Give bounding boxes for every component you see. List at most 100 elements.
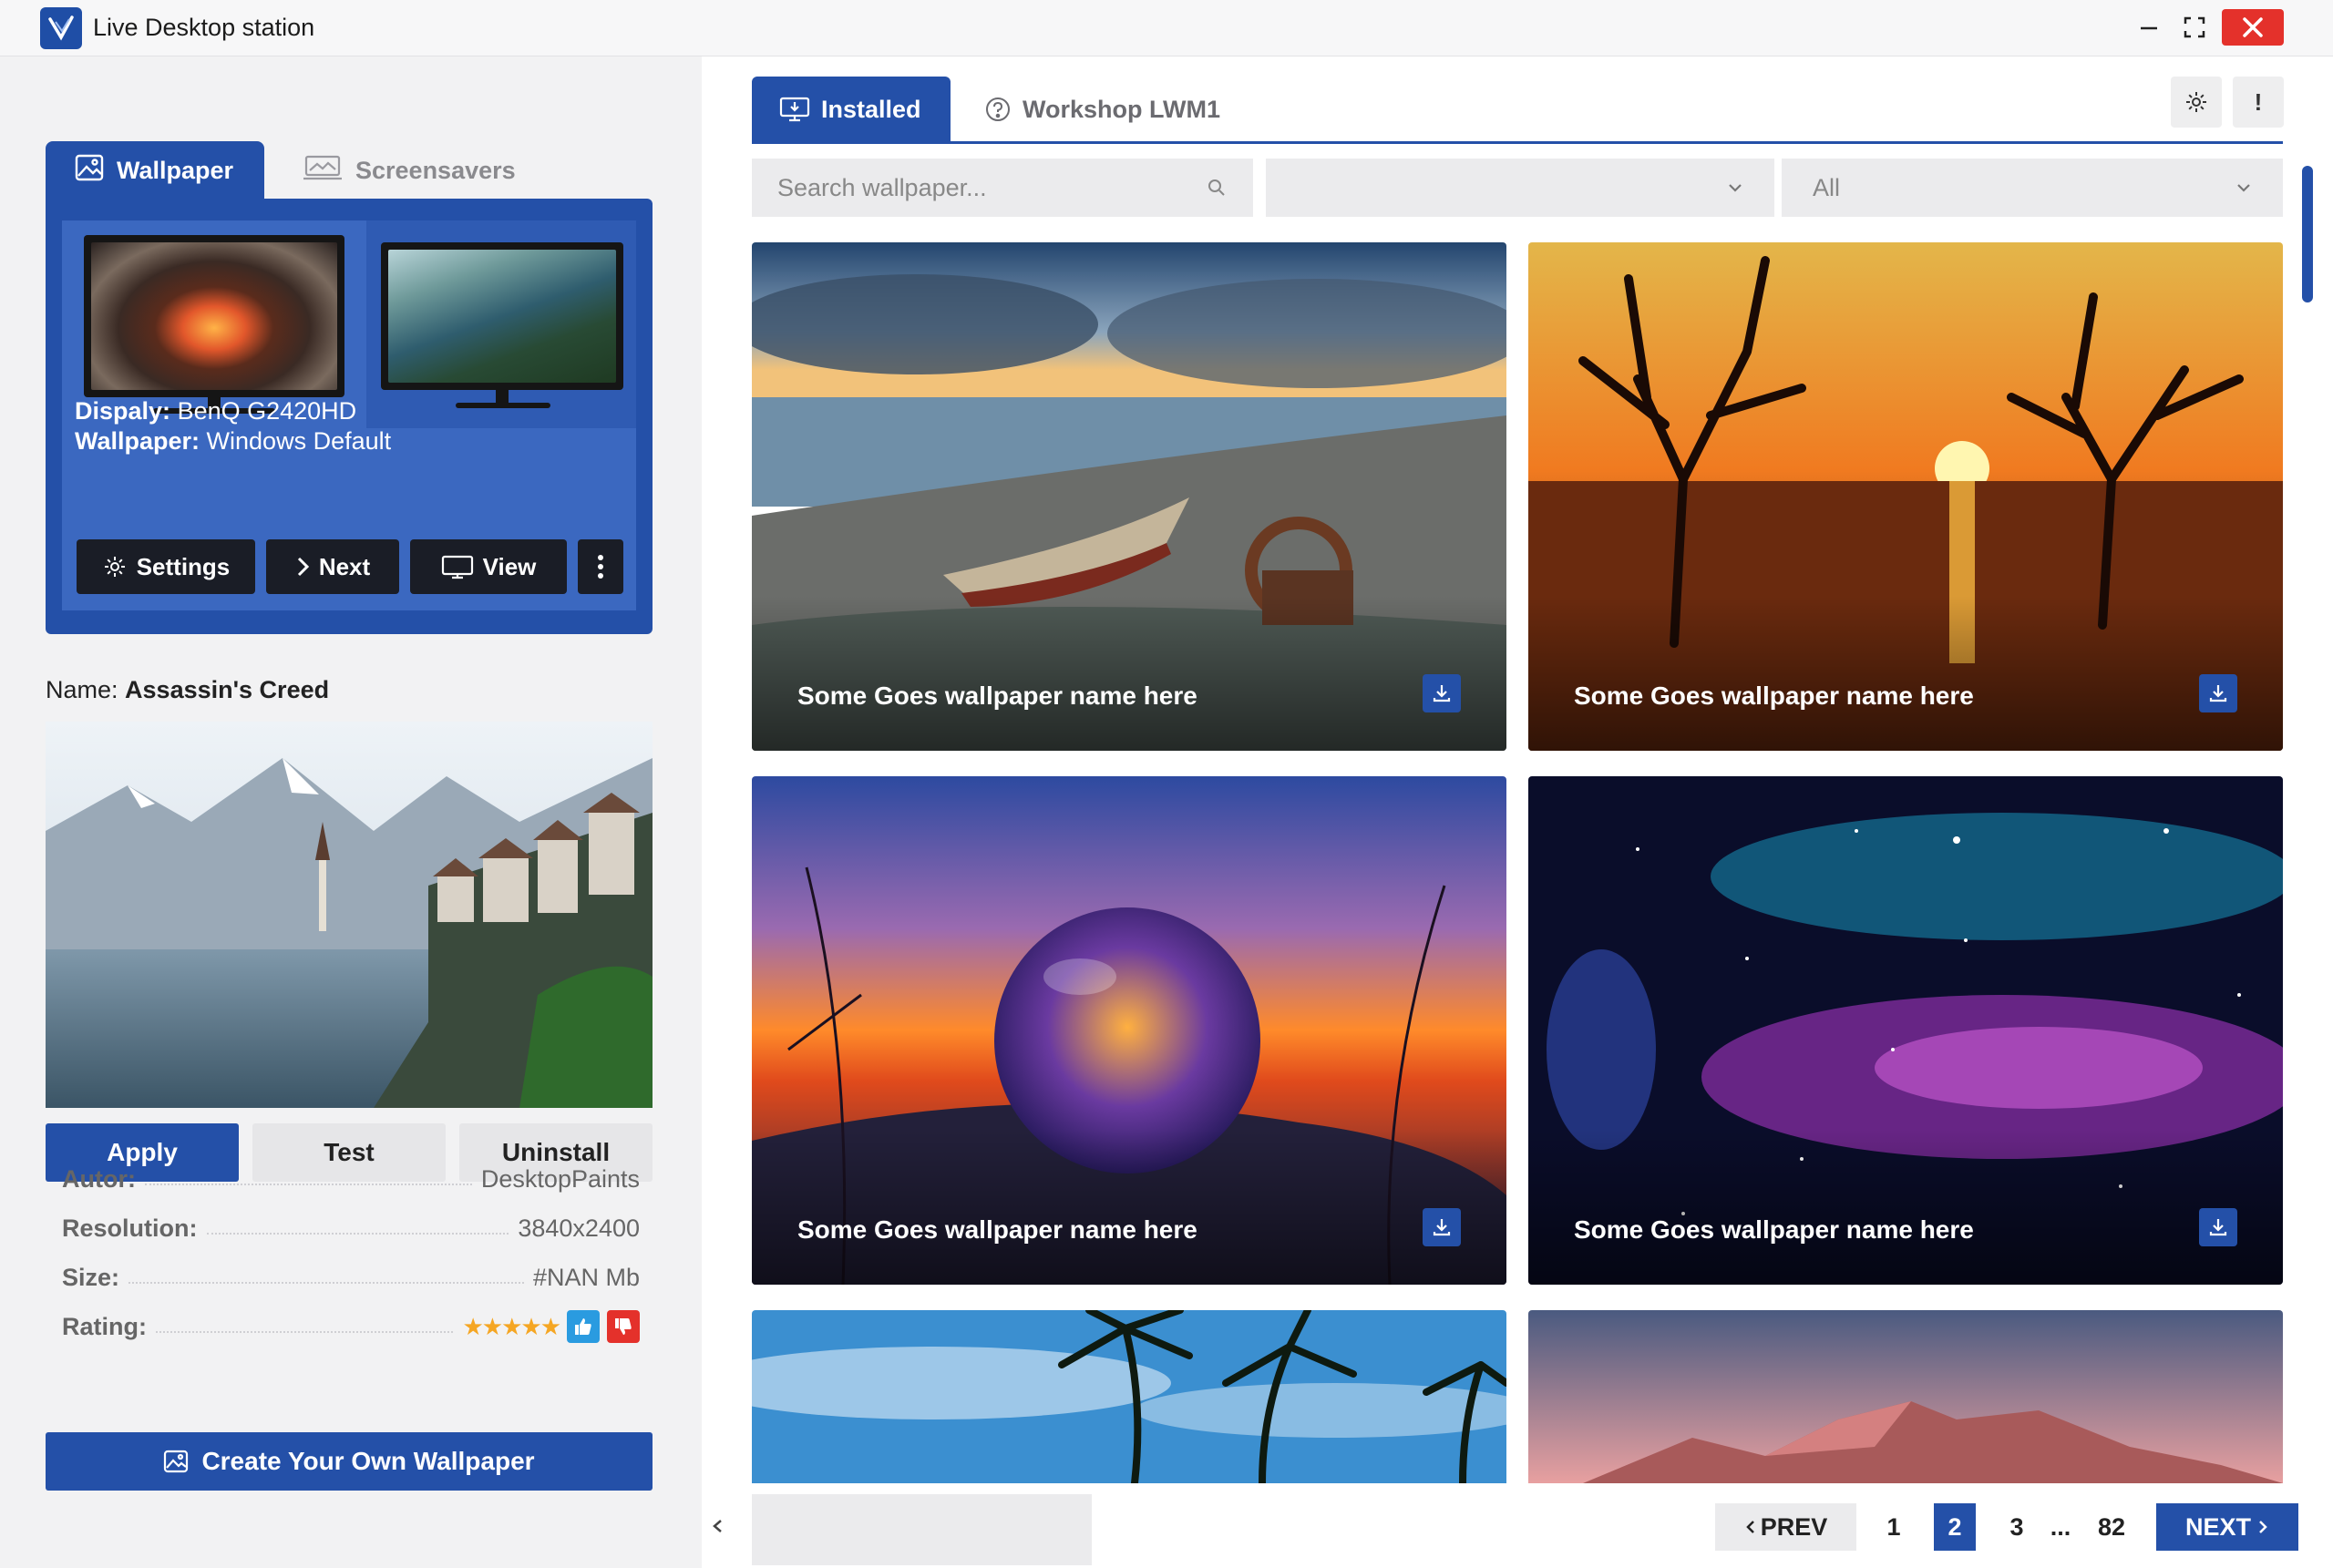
page-3[interactable]: 3 bbox=[1996, 1503, 2038, 1551]
search-input[interactable]: Search wallpaper... bbox=[752, 159, 1253, 217]
more-options-button[interactable] bbox=[578, 539, 623, 594]
tab-workshop-label: Workshop LWM1 bbox=[1023, 95, 1221, 123]
download-button[interactable] bbox=[2199, 1208, 2237, 1246]
view-button[interactable]: View bbox=[410, 539, 567, 594]
chevron-left-icon bbox=[1745, 1521, 1754, 1533]
detail-size: Size: #NAN Mb bbox=[62, 1259, 640, 1296]
info-button[interactable]: ! bbox=[2233, 77, 2284, 128]
card-title: Some Goes wallpaper name here bbox=[1574, 1215, 1974, 1244]
window-title: Live Desktop station bbox=[93, 14, 315, 41]
next-label: NEXT bbox=[2184, 1512, 2251, 1541]
wallpaper-card[interactable] bbox=[752, 1310, 1506, 1483]
chevron-right-icon bbox=[297, 557, 309, 577]
size-key: Size: bbox=[62, 1263, 120, 1291]
vertical-scrollbar-thumb[interactable] bbox=[2302, 166, 2313, 302]
tab-screensavers[interactable]: Screensavers bbox=[273, 141, 538, 200]
download-button[interactable] bbox=[1423, 1208, 1461, 1246]
card-overlay bbox=[1528, 1130, 2283, 1285]
thumbs-down-button[interactable] bbox=[607, 1310, 640, 1343]
settings-button[interactable]: Settings bbox=[77, 539, 255, 594]
dotted-leader bbox=[155, 1331, 454, 1333]
thumbs-up-icon bbox=[575, 1318, 591, 1335]
create-wallpaper-label: Create Your Own Wallpaper bbox=[201, 1447, 535, 1475]
tab-wallpaper-label: Wallpaper bbox=[117, 156, 234, 184]
card-overlay bbox=[752, 1130, 1506, 1285]
monitor-1-screen[interactable] bbox=[84, 235, 344, 397]
next-page-button[interactable]: NEXT bbox=[2156, 1503, 2298, 1551]
card-title: Some Goes wallpaper name here bbox=[1574, 682, 1974, 710]
prev-label: PREV bbox=[1760, 1512, 1828, 1541]
selected-name: Name: Assassin's Creed bbox=[46, 676, 329, 704]
card-overlay bbox=[752, 596, 1506, 751]
tab-workshop[interactable]: Workshop LWM1 bbox=[984, 77, 1220, 142]
card-thumbnail bbox=[752, 1310, 1506, 1483]
wallpaper-card[interactable]: Some Goes wallpaper name here bbox=[1528, 776, 2283, 1285]
type-dropdown[interactable]: All bbox=[1782, 159, 2283, 217]
left-panel: Wallpaper Screensavers Dispaly: BenQ G24… bbox=[0, 56, 702, 1568]
wallpaper-card[interactable] bbox=[1528, 1310, 2283, 1483]
card-thumbnail bbox=[1528, 1310, 2283, 1483]
monitor-2-screen[interactable] bbox=[381, 242, 623, 390]
right-panel: Installed Workshop LWM1 ! Search wallpap… bbox=[702, 56, 2333, 1568]
category-dropdown[interactable] bbox=[1266, 159, 1774, 217]
page-ellipsis: ... bbox=[2050, 1512, 2071, 1541]
wallpaper-key: Wallpaper: bbox=[75, 427, 200, 455]
detail-resolution: Resolution: 3840x2400 bbox=[62, 1210, 640, 1246]
download-icon bbox=[2209, 1219, 2227, 1236]
tab-wallpaper[interactable]: Wallpaper bbox=[46, 141, 264, 200]
gear-icon bbox=[2186, 92, 2206, 112]
page-82[interactable]: 82 bbox=[2085, 1503, 2138, 1551]
download-icon bbox=[1433, 1219, 1451, 1236]
type-value: All bbox=[1813, 173, 1841, 201]
prev-page-button[interactable]: PREV bbox=[1715, 1503, 1856, 1551]
maximize-button[interactable] bbox=[2178, 9, 2211, 46]
wallpaper-card[interactable]: Some Goes wallpaper name here bbox=[1528, 242, 2283, 751]
detail-author: Autor: DesktopPaints bbox=[62, 1161, 640, 1197]
download-button[interactable] bbox=[2199, 674, 2237, 712]
chevron-right-icon bbox=[2259, 1521, 2267, 1533]
card-title: Some Goes wallpaper name here bbox=[797, 682, 1197, 710]
thumbs-up-button[interactable] bbox=[567, 1310, 600, 1343]
monitor-icon bbox=[441, 555, 473, 579]
close-button[interactable] bbox=[2222, 9, 2284, 46]
display-value: BenQ G2420HD bbox=[177, 397, 357, 425]
wallpaper-card[interactable]: Some Goes wallpaper name here bbox=[752, 776, 1506, 1285]
dotted-leader bbox=[206, 1233, 509, 1235]
name-value: Assassin's Creed bbox=[125, 676, 330, 703]
settings-gear-button[interactable] bbox=[2171, 77, 2222, 128]
minimize-button[interactable] bbox=[2133, 9, 2165, 46]
detail-rating: Rating: ★★★★★ bbox=[62, 1308, 640, 1345]
chevron-down-icon bbox=[1729, 184, 1742, 192]
scroll-left-arrow[interactable] bbox=[711, 1514, 724, 1543]
download-button[interactable] bbox=[1423, 674, 1461, 712]
wallpaper-value: Windows Default bbox=[206, 427, 392, 455]
wallpaper-card[interactable]: Some Goes wallpaper name here bbox=[752, 242, 1506, 751]
page-2-current[interactable]: 2 bbox=[1934, 1503, 1976, 1551]
search-icon bbox=[1208, 179, 1225, 196]
installed-monitor-icon bbox=[779, 97, 810, 122]
display-name-line: Dispaly: BenQ G2420HD bbox=[75, 397, 356, 425]
download-icon bbox=[2209, 685, 2227, 702]
next-label: Next bbox=[318, 552, 371, 580]
monitor-2-base bbox=[456, 403, 550, 408]
app-logo-icon bbox=[40, 7, 82, 49]
kebab-menu-icon bbox=[598, 555, 603, 579]
image-icon bbox=[75, 154, 104, 188]
gear-icon bbox=[104, 557, 125, 577]
next-wallpaper-button[interactable]: Next bbox=[266, 539, 399, 594]
name-key: Name: bbox=[46, 676, 118, 703]
search-placeholder: Search wallpaper... bbox=[777, 173, 987, 201]
size-value: #NAN Mb bbox=[532, 1263, 640, 1291]
rating-stars: ★★★★★ bbox=[462, 1312, 561, 1340]
tab-installed[interactable]: Installed bbox=[752, 77, 951, 142]
horizontal-scrollbar-thumb[interactable] bbox=[752, 1494, 1092, 1565]
display-key: Dispaly: bbox=[75, 397, 171, 425]
author-value: DesktopPaints bbox=[480, 1164, 640, 1193]
create-wallpaper-button[interactable]: Create Your Own Wallpaper bbox=[46, 1432, 653, 1491]
tab-installed-label: Installed bbox=[821, 95, 921, 123]
image-icon bbox=[164, 1450, 189, 1473]
resolution-key: Resolution: bbox=[62, 1214, 198, 1242]
page-1[interactable]: 1 bbox=[1873, 1503, 1915, 1551]
chevron-down-icon bbox=[2237, 184, 2250, 192]
tab-screensavers-label: Screensavers bbox=[355, 156, 516, 184]
